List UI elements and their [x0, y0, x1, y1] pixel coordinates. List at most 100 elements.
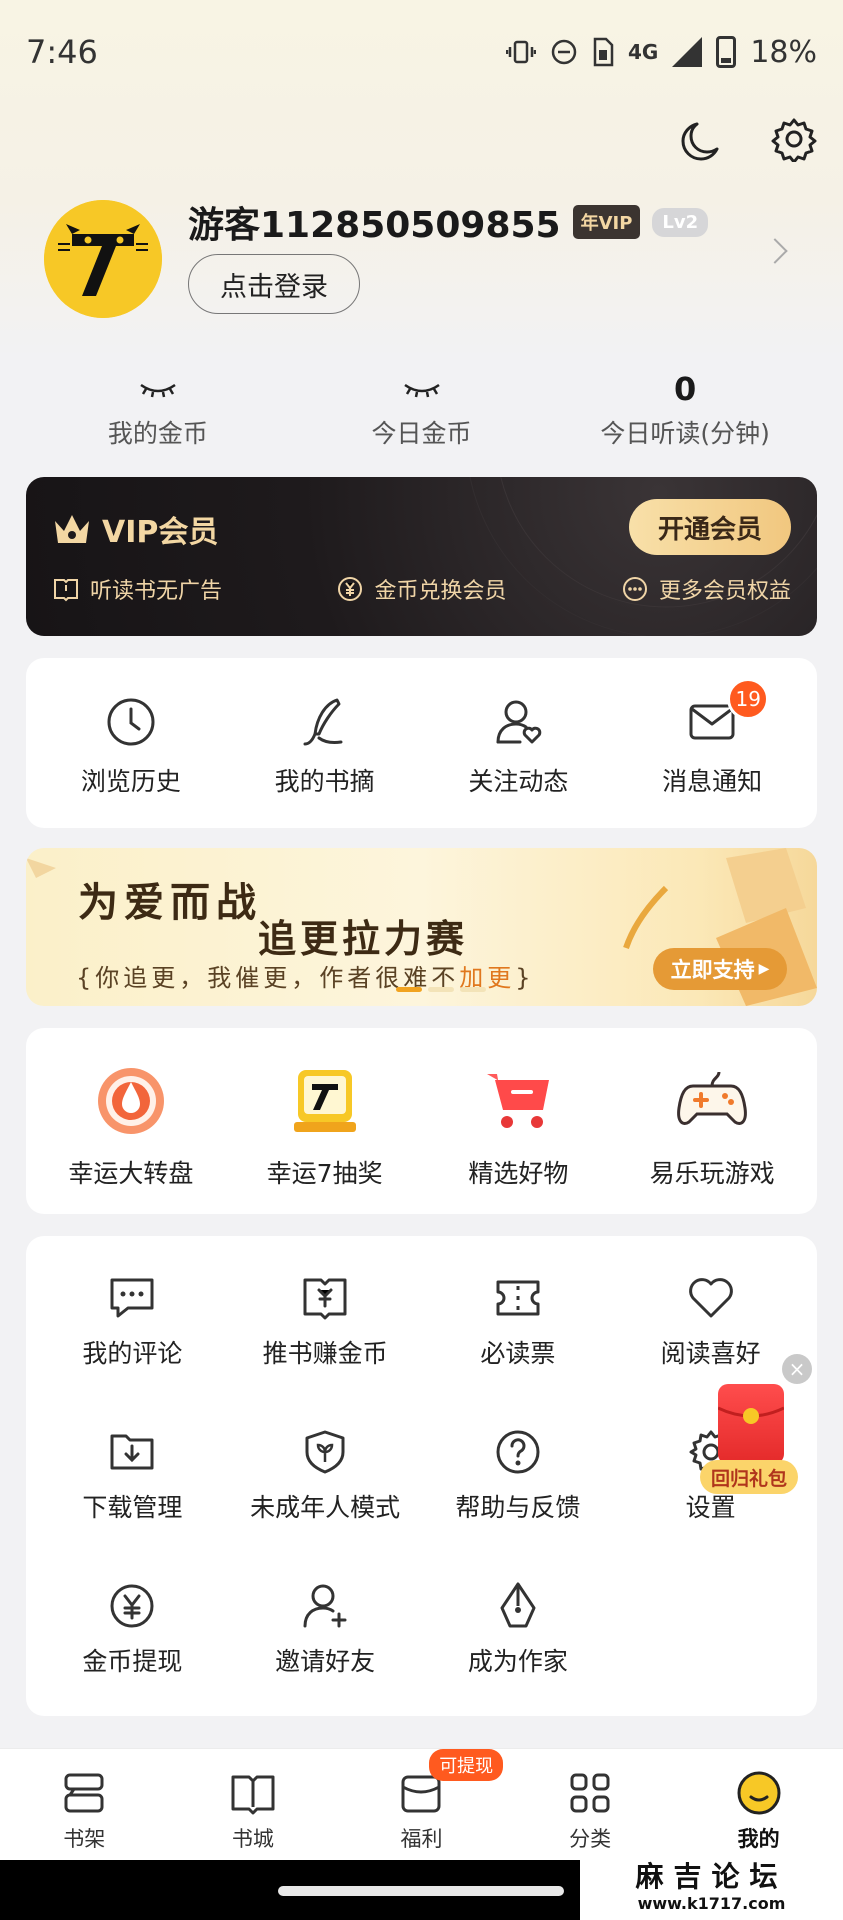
banner-dot-active[interactable] — [396, 987, 422, 992]
night-mode-icon[interactable] — [677, 116, 723, 166]
red-envelope-icon — [717, 1384, 785, 1464]
help-feedback-button[interactable]: 帮助与反馈 — [422, 1426, 615, 1580]
banner-pagination — [396, 987, 486, 992]
shopping-cart-icon — [487, 1074, 550, 1128]
grid-icon — [570, 1773, 610, 1813]
feather-pen-icon — [303, 698, 343, 746]
become-writer-button[interactable]: 成为作家 — [422, 1580, 615, 1710]
fun-label: 易乐玩游戏 — [649, 1159, 775, 1188]
coin-withdraw-button[interactable]: 金币提现 — [36, 1580, 229, 1710]
browse-history-button[interactable]: 浏览历史 — [34, 694, 228, 798]
banner-dot[interactable] — [428, 987, 454, 992]
sim-icon — [592, 37, 614, 67]
username: 游客112850509855 — [188, 205, 561, 246]
minor-mode-button[interactable]: 未成年人模式 — [229, 1426, 422, 1580]
heart-icon — [688, 1278, 733, 1318]
quick-label: 浏览历史 — [80, 767, 181, 796]
login-button[interactable]: 点击登录 — [188, 254, 360, 314]
download-folder-icon — [110, 1434, 154, 1470]
watermark: 麻吉论坛 www.k1717.com — [580, 1860, 843, 1920]
withdrawable-badge: 可提现 — [429, 1749, 504, 1781]
perk-label: 更多会员权益 — [658, 579, 791, 604]
home-gesture-pill[interactable] — [278, 1886, 564, 1896]
close-icon[interactable]: × — [782, 1354, 812, 1384]
return-gift-float[interactable]: × 回归礼包 — [700, 1354, 812, 1494]
open-vip-button[interactable]: 开通会员 — [629, 499, 791, 555]
quick-label: 我的书摘 — [274, 767, 375, 796]
battery-level: 18% — [750, 34, 817, 70]
following-feed-button[interactable]: 关注动态 — [422, 694, 616, 798]
perk-more[interactable]: 更多会员权益 — [621, 573, 791, 605]
perk-label: 金币兑换会员 — [374, 579, 507, 604]
promo-banner[interactable]: 为爱而战 追更拉力赛 {你追更，我催更，作者很难不加更} 立即支持 ▶ — [26, 848, 817, 1006]
book-icon — [54, 579, 78, 602]
banner-subtitle: 追更拉力赛 — [258, 916, 469, 961]
support-now-button[interactable]: 立即支持 ▶ — [653, 948, 787, 990]
stat-value: 0 — [674, 370, 697, 408]
lucky-wheel-button[interactable]: 幸运大转盘 — [34, 1064, 228, 1190]
help-icon — [496, 1430, 540, 1474]
grid-label: 帮助与反馈 — [455, 1493, 581, 1522]
nav-mine[interactable]: 我的 — [674, 1749, 843, 1860]
book-coin-icon — [303, 1278, 347, 1320]
shield-sprout-icon — [305, 1430, 345, 1474]
notifications-button[interactable]: 消息通知 19 — [615, 678, 809, 798]
nav-welfare[interactable]: 福利 可提现 — [337, 1749, 506, 1860]
stat-listening-minutes[interactable]: 0 今日听读(分钟) — [553, 370, 817, 454]
perk-label: 听读书无广告 — [90, 579, 223, 604]
nav-label: 书架 — [63, 1827, 106, 1851]
lucky-wheel-icon — [97, 1068, 164, 1134]
quick-actions-card: 浏览历史 我的书摘 关注动态 消息通知 19 — [26, 658, 817, 828]
watermark-title: 麻吉论坛 — [635, 1860, 788, 1893]
my-excerpts-button[interactable]: 我的书摘 — [228, 694, 422, 798]
smiley-icon — [737, 1771, 781, 1815]
chevron-right-icon[interactable] — [762, 238, 788, 264]
banner-tagline-end: } — [515, 964, 535, 992]
featured-goods-button[interactable]: 精选好物 — [422, 1064, 616, 1190]
gamepad-icon — [677, 1071, 748, 1125]
stat-my-coins[interactable]: 我的金币 — [26, 370, 290, 454]
grid-label: 成为作家 — [467, 1647, 568, 1676]
nav-label: 分类 — [569, 1827, 612, 1851]
quick-label: 消息通知 — [662, 767, 763, 796]
level-badge: Lv2 — [652, 207, 709, 237]
perk-no-ads[interactable]: 听读书无广告 — [52, 573, 222, 605]
vip-card[interactable]: VIP会员 开通会员 听读书无广告 金币兑换会员 更多会员权益 — [26, 477, 817, 636]
stat-label: 今日听读(分钟) — [600, 419, 770, 448]
username-row: 游客112850509855 年VIP Lv2 — [188, 196, 709, 248]
nav-bookshelf[interactable]: 书架 — [0, 1749, 169, 1860]
comment-icon — [110, 1278, 154, 1318]
grid-label: 未成年人模式 — [250, 1493, 401, 1522]
clock-icon — [107, 698, 155, 746]
download-manager-button[interactable]: 下载管理 — [36, 1426, 229, 1580]
return-gift-label: 回归礼包 — [700, 1460, 798, 1494]
settings-gear-icon[interactable] — [771, 116, 817, 166]
nav-category[interactable]: 分类 — [506, 1749, 675, 1860]
nav-bookstore[interactable]: 书城 — [169, 1749, 338, 1860]
profile-section[interactable]: 游客112850509855 年VIP Lv2 点击登录 — [44, 196, 804, 326]
perk-coin-exchange[interactable]: 金币兑换会员 — [336, 573, 507, 605]
vip-badge: 年VIP — [572, 205, 641, 239]
network-type: 4G — [627, 40, 659, 64]
invite-friends-button[interactable]: 邀请好友 — [229, 1580, 422, 1710]
nav-label: 书城 — [231, 1827, 274, 1851]
notification-count-badge: 19 — [727, 678, 770, 720]
games-button[interactable]: 易乐玩游戏 — [615, 1064, 809, 1190]
bottom-nav: 书架 书城 福利 可提现 分类 我的 — [0, 1748, 843, 1860]
must-read-ticket-button[interactable]: 必读票 — [422, 1272, 615, 1426]
avatar[interactable] — [44, 200, 162, 318]
grid-label: 我的评论 — [82, 1339, 183, 1368]
stats-row: 我的金币 今日金币 0 今日听读(分钟) — [26, 370, 817, 454]
my-comments-button[interactable]: 我的评论 — [36, 1272, 229, 1426]
empty-grid-slot — [614, 1580, 807, 1710]
cat-logo-icon — [44, 200, 162, 318]
vip-title-text: VIP会员 — [102, 515, 219, 550]
banner-dot[interactable] — [460, 987, 486, 992]
recommend-earn-coins-button[interactable]: 推书赚金币 — [229, 1272, 422, 1426]
stat-today-coins[interactable]: 今日金币 — [290, 370, 554, 454]
lucky-7-button[interactable]: 幸运7抽奖 — [228, 1064, 422, 1190]
quick-label: 关注动态 — [468, 767, 569, 796]
do-not-disturb-icon — [550, 38, 578, 66]
battery-icon — [716, 36, 737, 68]
watermark-url: www.k1717.com — [637, 1894, 786, 1913]
